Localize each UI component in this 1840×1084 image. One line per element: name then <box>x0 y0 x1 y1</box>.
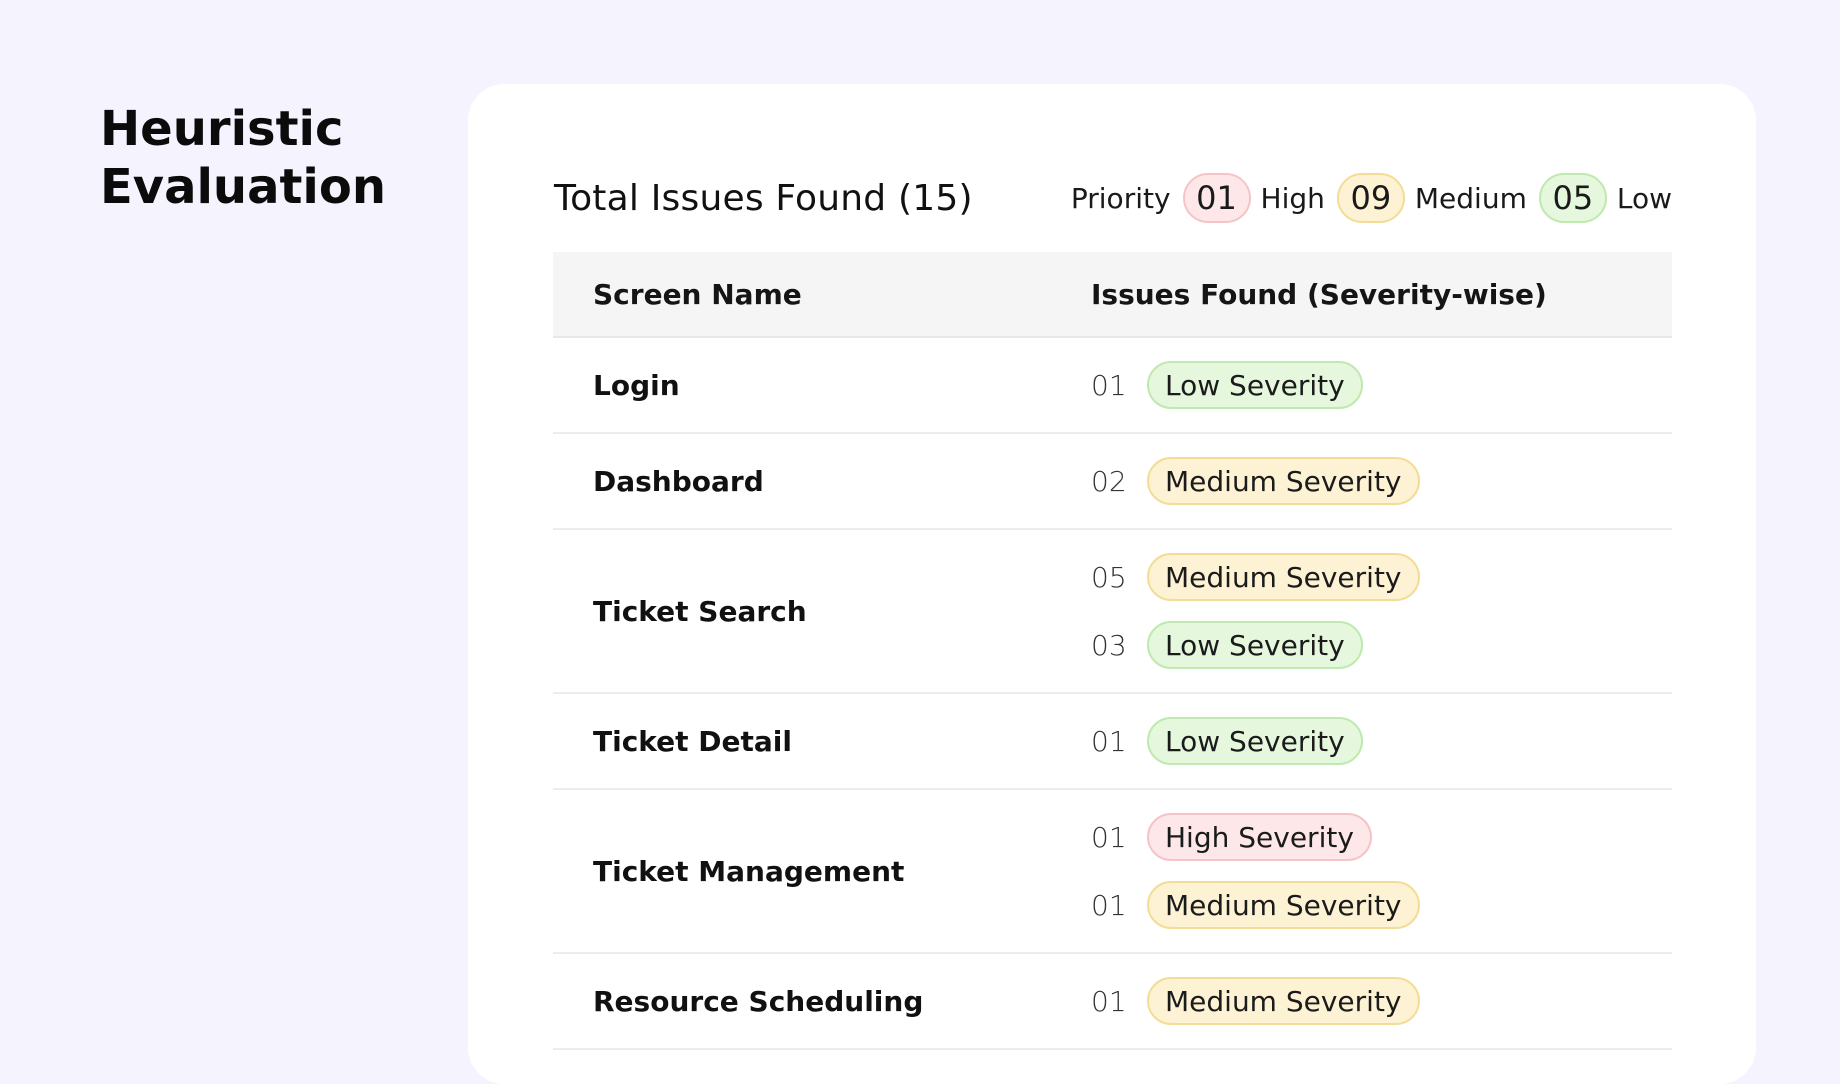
screen-name-cell: Resource Scheduling <box>593 984 924 1018</box>
issue-count: 01 <box>1091 888 1127 922</box>
table-row: Ticket Detail 01 Low Severity <box>553 694 1672 790</box>
issue-entry: 02 Medium Severity <box>1091 456 1672 506</box>
severity-badge: Low Severity <box>1147 361 1363 409</box>
priority-legend: Priority 01 High 09 Medium 05 Low <box>1071 173 1672 223</box>
severity-badge: Medium Severity <box>1147 553 1420 601</box>
issue-count: 01 <box>1091 724 1127 758</box>
page-title-line-1: Heuristic <box>100 101 344 157</box>
issue-entry: 01 Medium Severity <box>1091 976 1672 1026</box>
issues-cell: 01 Low Severity <box>1091 360 1672 410</box>
issue-entry: 01 Medium Severity <box>1091 880 1672 930</box>
issue-count: 01 <box>1091 820 1127 854</box>
issue-entry: 01 High Severity <box>1091 812 1672 862</box>
issue-entry: 01 Low Severity <box>1091 716 1672 766</box>
severity-badge: High Severity <box>1147 813 1372 861</box>
issue-entry: 01 Low Severity <box>1091 360 1672 410</box>
severity-badge: Medium Severity <box>1147 977 1420 1025</box>
issues-table: Screen Name Issues Found (Severity-wise)… <box>553 252 1672 1050</box>
table-row: Dashboard 02 Medium Severity <box>553 434 1672 530</box>
table-row: Resource Scheduling 01 Medium Severity <box>553 954 1672 1050</box>
page-title-line-2: Evaluation <box>100 159 387 215</box>
high-count-badge: 01 <box>1182 173 1251 223</box>
issue-count: 02 <box>1091 464 1127 498</box>
page-title: Heuristic Evaluation <box>100 100 440 216</box>
table-row: Login 01 Low Severity <box>553 338 1672 434</box>
high-label: High <box>1260 181 1325 215</box>
issues-cell: 05 Medium Severity 03 Low Severity <box>1091 552 1672 670</box>
severity-badge: Medium Severity <box>1147 457 1420 505</box>
table-row: Ticket Management 01 High Severity 01 Me… <box>553 790 1672 954</box>
issue-count: 01 <box>1091 368 1127 402</box>
medium-count-badge: 09 <box>1336 173 1405 223</box>
severity-badge: Low Severity <box>1147 621 1363 669</box>
screen-name-cell: Login <box>593 368 680 402</box>
screen-name-cell: Ticket Search <box>593 594 807 628</box>
issues-cell: 01 High Severity 01 Medium Severity <box>1091 812 1672 930</box>
low-label: Low <box>1616 181 1672 215</box>
issues-cell: 01 Medium Severity <box>1091 976 1672 1026</box>
issue-count: 03 <box>1091 628 1127 662</box>
table-row: Ticket Search 05 Medium Severity 03 Low … <box>553 530 1672 694</box>
severity-badge: Low Severity <box>1147 717 1363 765</box>
medium-label: Medium <box>1414 181 1527 215</box>
summary-bar: Total Issues Found (15) Priority 01 High… <box>554 168 1672 228</box>
issues-cell: 01 Low Severity <box>1091 716 1672 766</box>
severity-badge: Medium Severity <box>1147 881 1420 929</box>
issue-count: 05 <box>1091 560 1127 594</box>
issue-count: 01 <box>1091 984 1127 1018</box>
issues-cell: 02 Medium Severity <box>1091 456 1672 506</box>
issue-entry: 03 Low Severity <box>1091 620 1672 670</box>
low-count-badge: 05 <box>1538 173 1607 223</box>
column-header-issues-found: Issues Found (Severity-wise) <box>1091 277 1547 311</box>
priority-label: Priority <box>1070 181 1171 215</box>
screen-name-cell: Dashboard <box>593 464 764 498</box>
total-issues-title: Total Issues Found (15) <box>554 177 973 219</box>
screen-name-cell: Ticket Management <box>593 854 905 888</box>
screen-name-cell: Ticket Detail <box>593 724 792 758</box>
table-header: Screen Name Issues Found (Severity-wise) <box>553 252 1672 338</box>
issue-entry: 05 Medium Severity <box>1091 552 1672 602</box>
evaluation-card: Total Issues Found (15) Priority 01 High… <box>468 84 1756 1084</box>
column-header-screen-name: Screen Name <box>593 277 802 311</box>
